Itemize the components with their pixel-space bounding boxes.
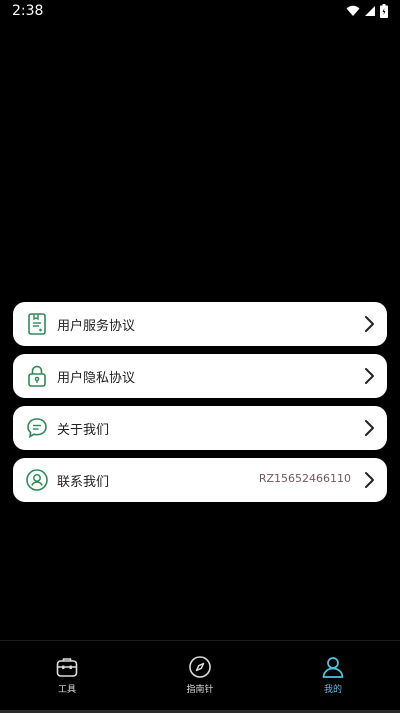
menu-item-privacy-agreement[interactable]: 用户隐私协议 [13, 354, 387, 398]
chevron-right-icon [365, 472, 374, 488]
tab-label: 我的 [323, 685, 342, 695]
user-circle-icon [26, 469, 48, 491]
settings-menu: 用户服务协议 用户隐私协议 关于我们 联系我们 RZ15652466110 [13, 302, 387, 510]
compass-icon [189, 656, 211, 678]
menu-item-contact-us[interactable]: 联系我们 RZ15652466110 [13, 458, 387, 502]
signal-icon [365, 6, 375, 16]
profile-icon [322, 657, 344, 678]
tab-label: 指南针 [186, 685, 214, 695]
contact-id-value: RZ15652466110 [258, 472, 351, 485]
menu-item-label: 关于我们 [57, 423, 110, 438]
toolbox-icon [56, 658, 78, 677]
battery-icon [380, 4, 388, 18]
chevron-right-icon [365, 316, 374, 332]
chevron-right-icon [365, 420, 374, 436]
chat-bubble-icon [27, 418, 47, 438]
tab-mine[interactable]: 我的 [293, 655, 373, 695]
lock-icon [28, 365, 46, 387]
chevron-right-icon [365, 368, 374, 384]
document-icon [28, 313, 46, 335]
wifi-icon [346, 5, 360, 16]
menu-item-label: 用户服务协议 [57, 319, 136, 334]
menu-item-about-us[interactable]: 关于我们 [13, 406, 387, 450]
menu-item-label: 联系我们 [57, 475, 110, 490]
menu-item-label: 用户隐私协议 [57, 371, 136, 386]
status-bar: 2:38 [0, 0, 400, 24]
status-icons [346, 4, 388, 18]
tab-label: 工具 [57, 685, 76, 695]
status-time: 2:38 [12, 3, 44, 19]
bottom-tab-bar: 工具 指南针 我的 [0, 640, 400, 713]
menu-item-service-agreement[interactable]: 用户服务协议 [13, 302, 387, 346]
tab-tools[interactable]: 工具 [27, 655, 107, 695]
tab-compass[interactable]: 指南针 [160, 655, 240, 695]
